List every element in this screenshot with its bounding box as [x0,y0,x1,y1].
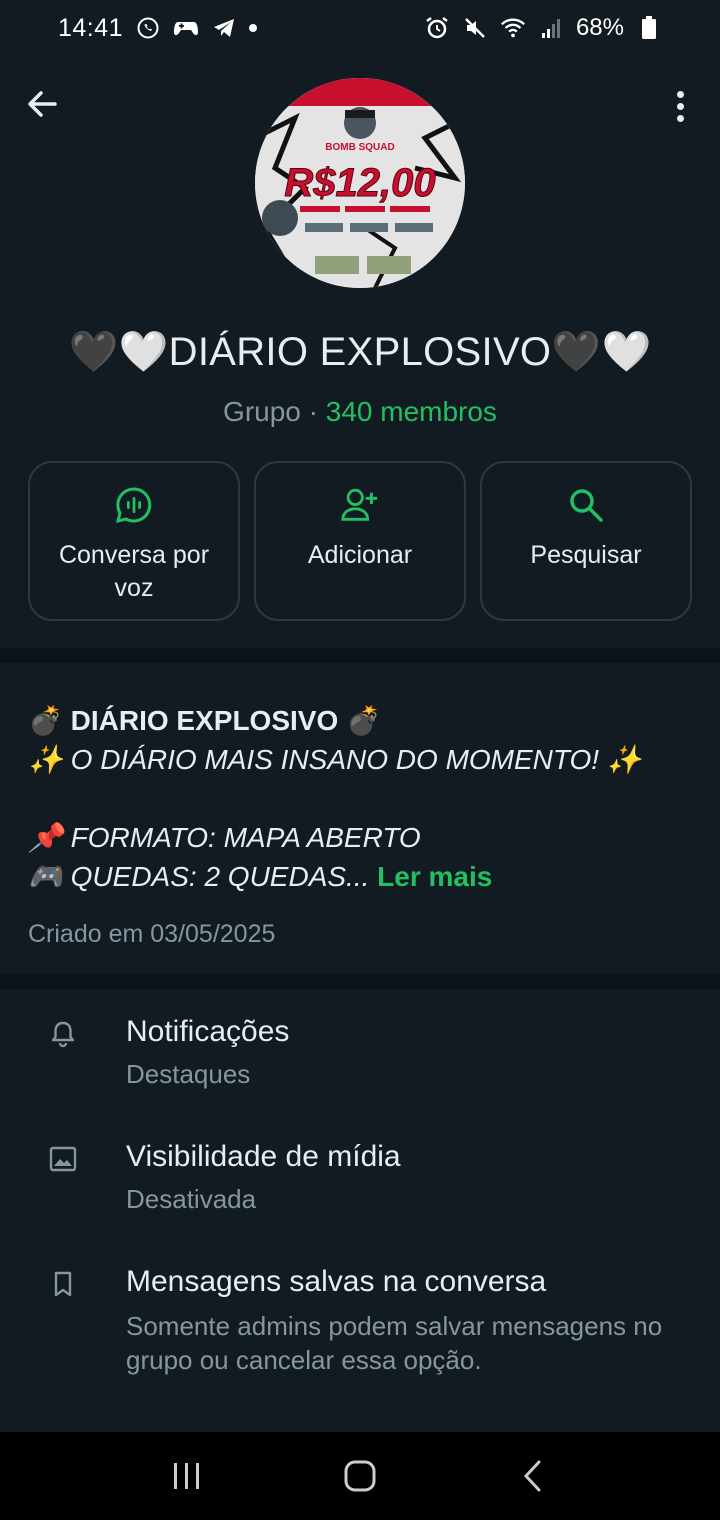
telegram-icon [211,15,237,41]
media-visibility-setting[interactable]: Visibilidade de mídia Desativada [0,1114,720,1239]
arrow-left-icon [28,91,57,117]
description-line: 📌 FORMATO: MAPA ABERTO [28,822,421,853]
group-title: 🖤🤍DIÁRIO EXPLOSIVO🖤🤍 [68,330,652,374]
add-person-icon [340,485,380,525]
notification-dot [249,24,258,32]
description-last-line: 🎮 QUEDAS: 2 QUEDAS... Ler mais [28,857,692,896]
group-avatar-image: BOMB SQUAD R$12,00 [255,78,465,288]
group-type-label: Grupo · [223,396,326,427]
mute-icon [462,15,488,41]
system-navigation-bar [0,1432,720,1520]
group-subtitle: Grupo · 340 membros [0,396,720,428]
avatar-price-text: R$12,00 [284,161,435,205]
status-time: 14:41 [58,13,124,42]
action-buttons: Conversa por voz Adicionar Pesquisar [28,461,692,621]
status-bar-left: 14:41 [58,13,258,43]
status-bar-right: 68% [424,14,662,42]
game-controller-icon [173,15,199,41]
more-options-button[interactable] [660,84,700,128]
description-line: ✨ O DIÁRIO MAIS INSANO DO MOMENTO! ✨ [28,744,642,775]
recent-apps-icon [173,1463,199,1489]
setting-title: Mensagens salvas na conversa [126,1265,547,1298]
setting-subtitle: Destaques [126,1059,251,1089]
alarm-icon [424,15,450,41]
voice-chat-label: Conversa por voz [58,541,210,602]
search-label: Pesquisar [530,541,642,569]
bell-icon [48,1019,78,1049]
bookmark-icon [48,1269,78,1299]
saved-messages-setting[interactable]: Mensagens salvas na conversa Somente adm… [0,1239,720,1432]
signal-icon [538,15,564,41]
read-more-link[interactable]: Ler mais [377,861,492,892]
add-member-button[interactable]: Adicionar [254,461,466,621]
battery-icon [636,15,662,41]
group-description[interactable]: 💣 DIÁRIO EXPLOSIVO 💣 ✨ O DIÁRIO MAIS INS… [0,663,720,974]
back-nav-button[interactable] [508,1451,558,1501]
setting-title: Visibilidade de mídia [126,1140,401,1173]
menu-dot [676,114,684,122]
group-profile-header: BOMB SQUAD R$12,00 🖤🤍DIÁRIO EXPLOSIVO🖤🤍 … [0,56,720,648]
battery-percent: 68% [575,14,624,41]
recent-apps-button[interactable] [162,1451,212,1501]
notifications-setting[interactable]: Notificações Destaques [0,989,720,1114]
more-vertical-icon [676,90,684,98]
wifi-icon [500,15,526,41]
chevron-left-icon [524,1460,541,1492]
menu-dot [676,102,684,110]
whatsapp-icon [135,15,161,41]
group-settings-list: Notificações Destaques Visibilidade de m… [0,989,720,1432]
search-button[interactable]: Pesquisar [480,461,692,621]
members-count[interactable]: 340 membros [326,396,497,427]
avatar-logo-text: BOMB SQUAD [325,142,394,153]
image-icon [48,1144,78,1174]
back-button[interactable] [22,84,62,124]
home-button[interactable] [335,1451,385,1501]
description-line: 🎮 QUEDAS: 2 QUEDAS... [28,861,370,892]
setting-subtitle: Somente admins podem salvar mensagens no… [126,1311,663,1375]
setting-title: Notificações [126,1015,290,1048]
home-icon [344,1460,376,1492]
group-avatar[interactable]: BOMB SQUAD R$12,00 [255,78,465,288]
search-icon [566,485,606,525]
created-date: Criado em 03/05/2025 [28,920,276,948]
description-line: 💣 DIÁRIO EXPLOSIVO 💣 [28,705,381,736]
voice-chat-icon [114,485,154,525]
voice-chat-button[interactable]: Conversa por voz [28,461,240,621]
status-bar: 14:41 68% [0,0,720,56]
add-member-label: Adicionar [307,541,413,569]
setting-subtitle: Desativada [126,1184,257,1214]
